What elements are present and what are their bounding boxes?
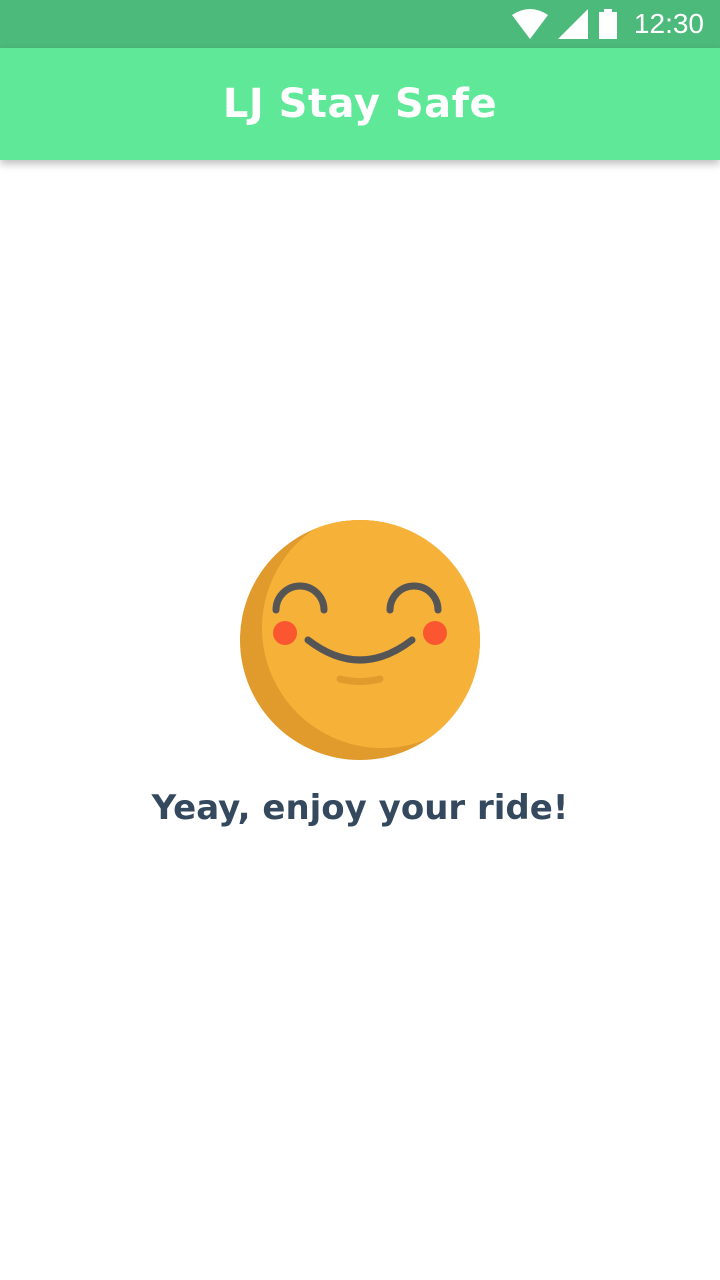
status-bar: 12:30 <box>0 0 720 48</box>
main-content: Yeay, enjoy your ride! <box>0 160 720 1280</box>
app-bar: LJ Stay Safe <box>0 48 720 160</box>
status-time: 12:30 <box>633 8 704 39</box>
wifi-icon <box>511 9 548 39</box>
status-icons: 12:30 <box>511 0 704 48</box>
battery-icon <box>598 9 617 39</box>
success-message: Yeay, enjoy your ride! <box>151 788 569 828</box>
smiling-face-icon <box>240 520 480 760</box>
app-title: LJ Stay Safe <box>222 81 498 127</box>
cellular-signal-icon <box>557 9 588 39</box>
